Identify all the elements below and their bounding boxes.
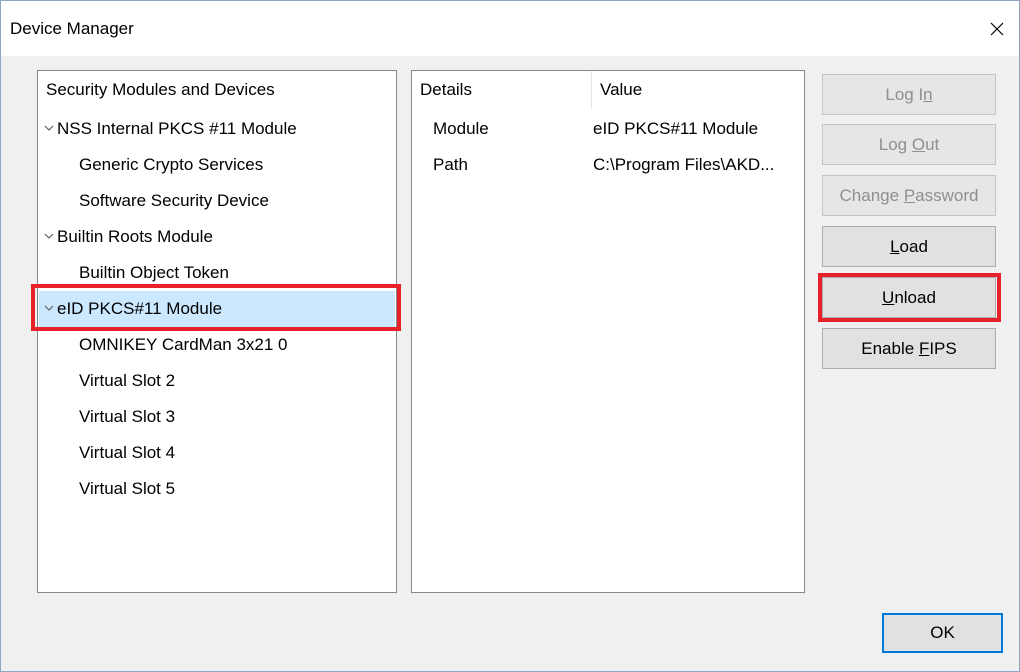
tree-item-builtin-roots-module[interactable]: Builtin Roots Module	[39, 219, 395, 255]
button-label: Load	[890, 236, 928, 256]
details-row-module[interactable]: Module eID PKCS#11 Module	[413, 111, 805, 147]
tree-item-label: NSS Internal PKCS #11 Module	[57, 119, 297, 138]
load-button[interactable]: Load	[822, 226, 996, 267]
ok-button[interactable]: OK	[882, 613, 1003, 653]
log-in-button[interactable]: Log In	[822, 74, 996, 115]
tree-item-label: Virtual Slot 2	[79, 371, 176, 390]
button-label: Log In	[885, 84, 933, 104]
tree-item-eid-pkcs11-module[interactable]: eID PKCS#11 Module	[39, 291, 395, 327]
tree-item-label: Virtual Slot 3	[79, 407, 176, 426]
details-key: Path	[433, 155, 468, 174]
title-bar: Device Manager	[1, 1, 1019, 56]
unload-button[interactable]: Unload	[822, 277, 996, 318]
close-icon	[990, 22, 1004, 35]
button-label: Log Out	[878, 134, 940, 154]
details-column-header[interactable]: Details	[412, 71, 592, 109]
close-button[interactable]	[975, 1, 1019, 56]
chevron-down-icon[interactable]	[44, 124, 54, 132]
details-value: eID PKCS#11 Module	[593, 119, 759, 138]
security-modules-tree[interactable]: Security Modules and Devices NSS Interna…	[37, 70, 397, 593]
tree-item-virtual-slot-4[interactable]: Virtual Slot 4	[39, 435, 395, 471]
value-column-header[interactable]: Value	[592, 71, 804, 109]
log-out-button[interactable]: Log Out	[822, 124, 996, 165]
tree-item-label: Builtin Object Token	[79, 263, 229, 282]
chevron-down-icon[interactable]	[44, 232, 54, 240]
device-manager-window: Device Manager Security Modules and Devi…	[0, 0, 1020, 672]
details-list[interactable]: Details Value Module eID PKCS#11 Module …	[411, 70, 805, 593]
details-row-path[interactable]: Path C:\Program Files\AKD...	[413, 147, 805, 183]
tree-item-software-security-device[interactable]: Software Security Device	[39, 183, 395, 219]
button-label: Enable FIPS	[861, 338, 957, 358]
tree-column-header[interactable]: Security Modules and Devices	[38, 71, 396, 109]
tree-item-label: Software Security Device	[79, 191, 269, 210]
button-label: Unload	[882, 287, 936, 307]
tree-item-label: Builtin Roots Module	[57, 227, 213, 246]
enable-fips-button[interactable]: Enable FIPS	[822, 328, 996, 369]
tree-item-virtual-slot-3[interactable]: Virtual Slot 3	[39, 399, 395, 435]
tree-item-virtual-slot-2[interactable]: Virtual Slot 2	[39, 363, 395, 399]
tree-item-builtin-object-token[interactable]: Builtin Object Token	[39, 255, 395, 291]
window-title: Device Manager	[10, 19, 134, 38]
tree-item-label: Generic Crypto Services	[79, 155, 264, 174]
change-password-button[interactable]: Change Password	[822, 175, 996, 216]
tree-item-label: Virtual Slot 5	[79, 479, 176, 498]
details-key: Module	[433, 119, 489, 138]
button-label: Change Password	[839, 185, 979, 205]
tree-item-virtual-slot-5[interactable]: Virtual Slot 5	[39, 471, 395, 507]
chevron-down-icon[interactable]	[44, 304, 54, 312]
tree-item-generic-crypto-services[interactable]: Generic Crypto Services	[39, 147, 395, 183]
tree-item-omnikey-cardman[interactable]: OMNIKEY CardMan 3x21 0	[39, 327, 395, 363]
details-value: C:\Program Files\AKD...	[593, 155, 775, 174]
tree-item-label: Virtual Slot 4	[79, 443, 176, 462]
tree-item-label: eID PKCS#11 Module	[57, 299, 223, 318]
tree-item-label: OMNIKEY CardMan 3x21 0	[79, 335, 288, 354]
tree-item-nss-internal-module[interactable]: NSS Internal PKCS #11 Module	[39, 111, 395, 147]
